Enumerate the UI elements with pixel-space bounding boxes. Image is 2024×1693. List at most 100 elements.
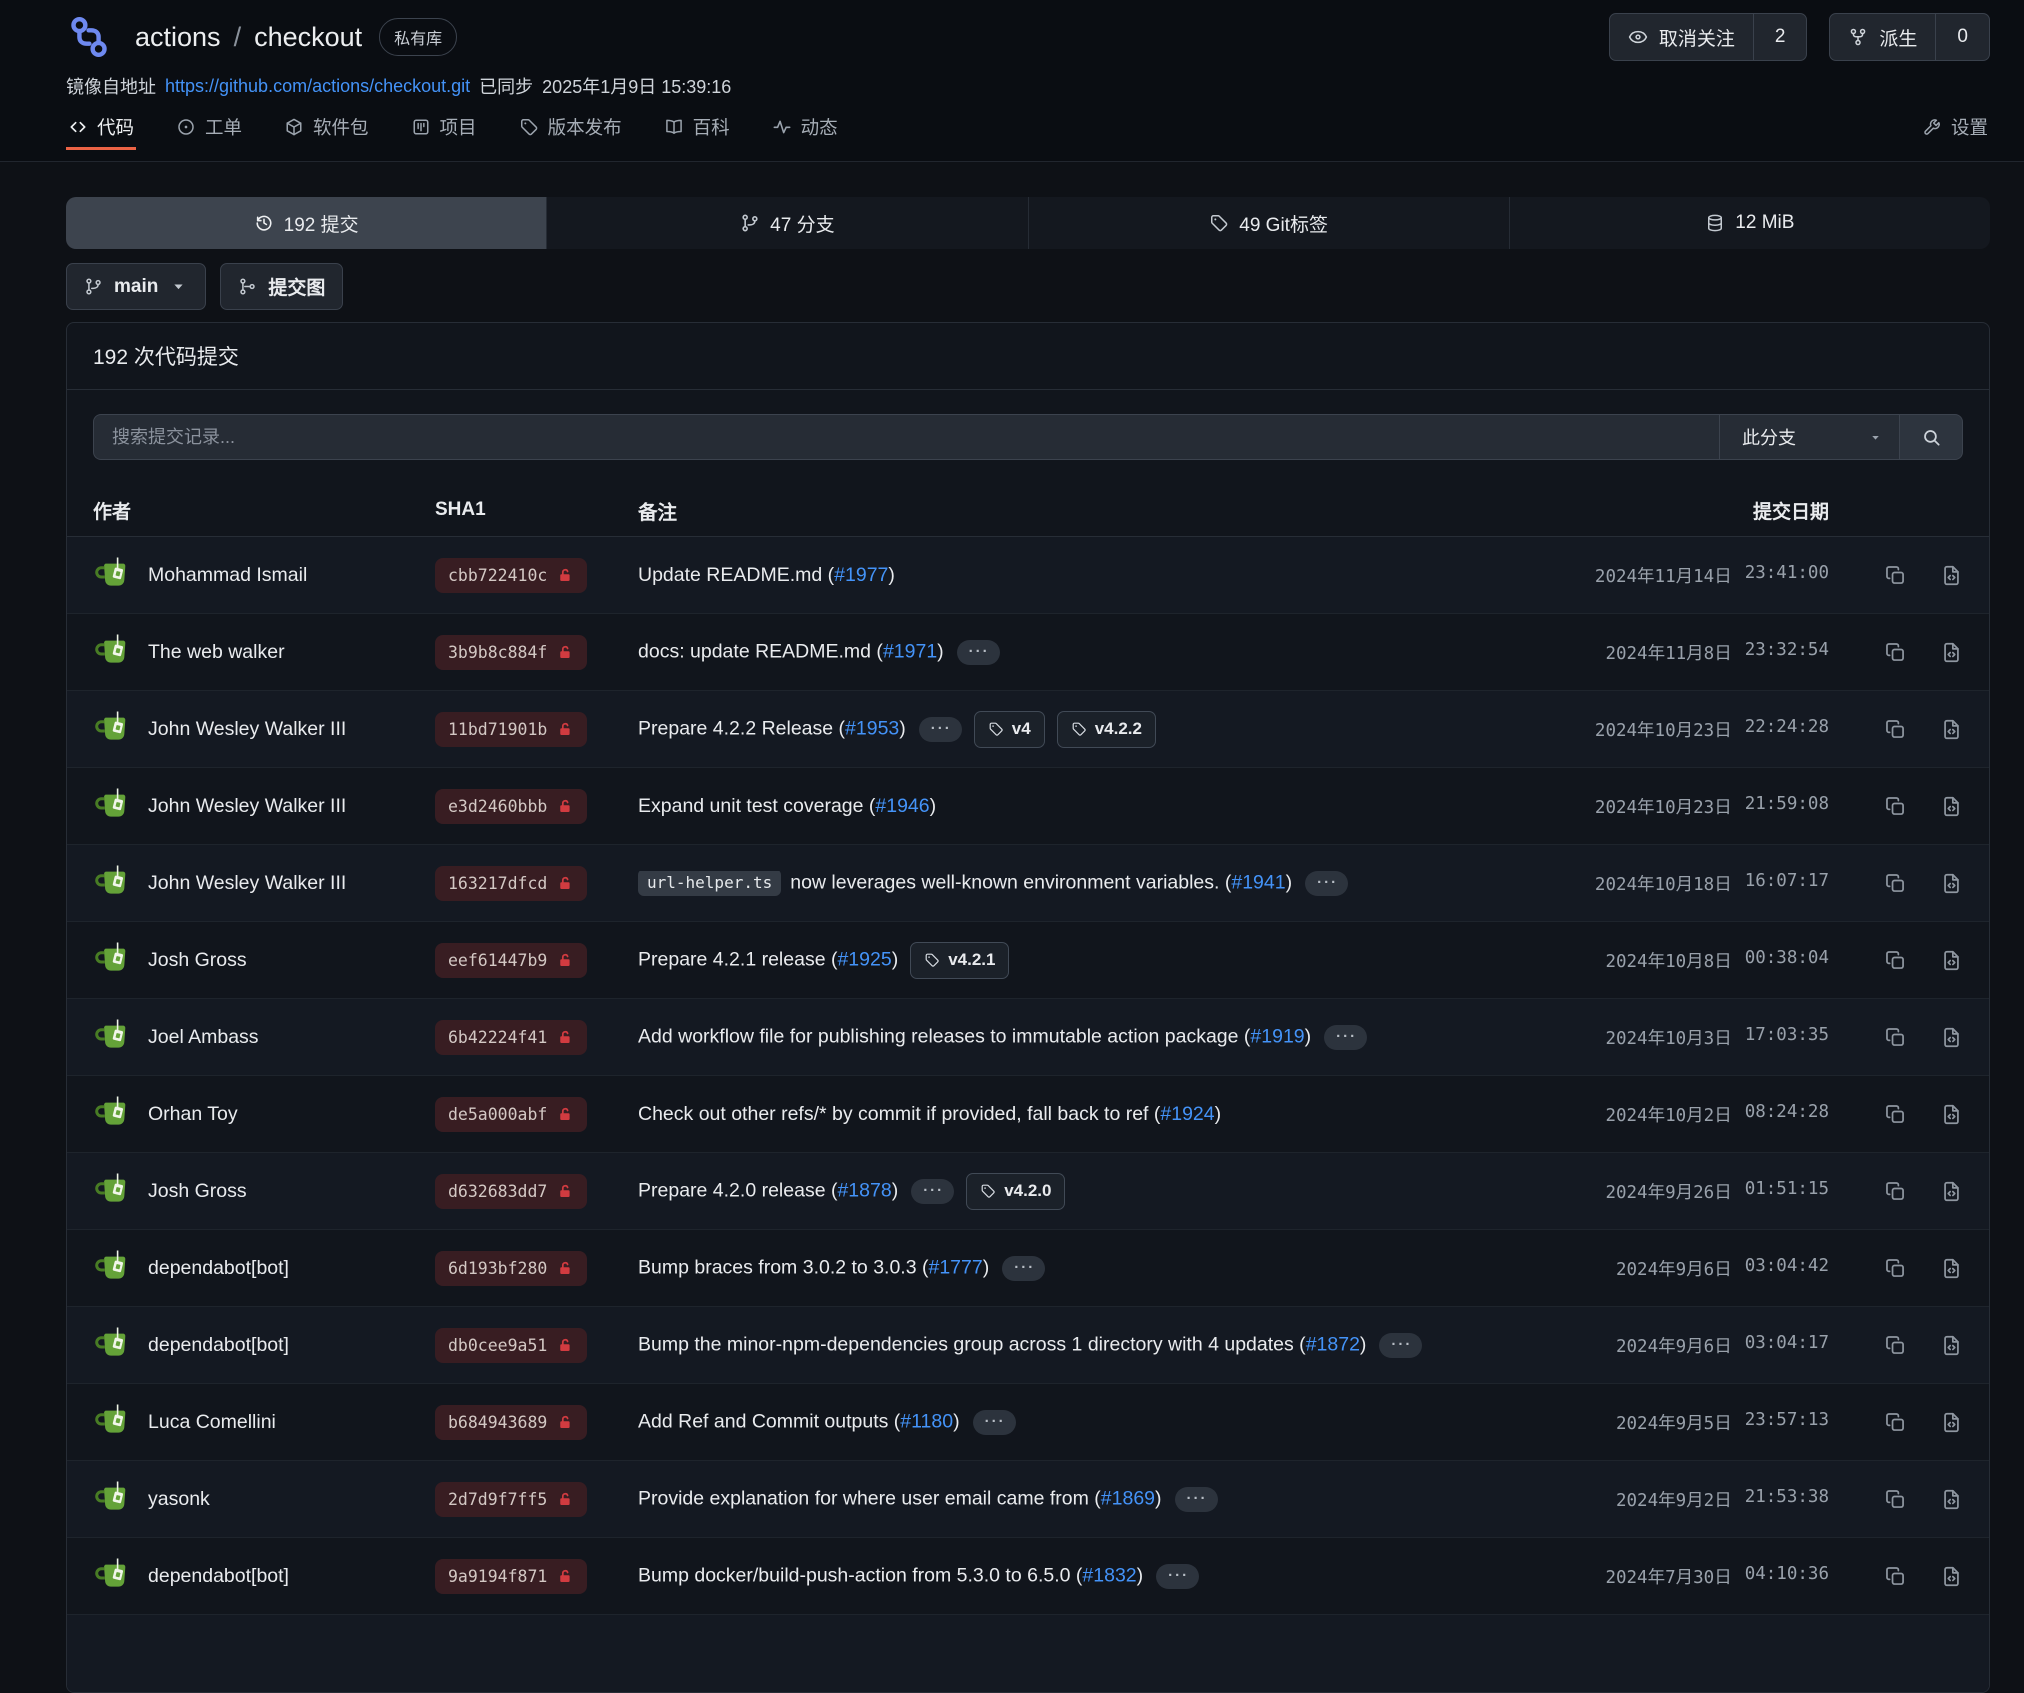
tab-版本发布[interactable]: 版本发布 xyxy=(517,107,624,150)
browse-source-button[interactable] xyxy=(1940,564,1963,587)
copy-sha-button[interactable] xyxy=(1884,564,1907,587)
pr-link[interactable]: #1971 xyxy=(883,640,937,662)
tag-v4[interactable]: v4 xyxy=(974,711,1045,748)
tab-settings[interactable]: 设置 xyxy=(1920,107,1990,150)
tag-v4.2.1[interactable]: v4.2.1 xyxy=(910,942,1009,979)
branch-filter-select[interactable]: 此分支 xyxy=(1719,414,1899,460)
commit-author[interactable]: Orhan Toy xyxy=(148,1103,238,1126)
commit-sha-badge[interactable]: 11bd71901b xyxy=(435,712,587,747)
expand-commit-button[interactable]: ··· xyxy=(1156,1564,1199,1589)
commit-sha-badge[interactable]: 163217dfcd xyxy=(435,866,587,901)
branch-selector[interactable]: main xyxy=(66,263,206,310)
stat-49 Git标签[interactable]: 49 Git标签 xyxy=(1029,197,1510,249)
browse-source-button[interactable] xyxy=(1940,795,1963,818)
watch-count[interactable]: 2 xyxy=(1753,14,1807,60)
pr-link[interactable]: #1878 xyxy=(837,1179,891,1201)
copy-sha-button[interactable] xyxy=(1884,795,1907,818)
commit-sha-badge[interactable]: b684943689 xyxy=(435,1405,587,1440)
pr-link[interactable]: #1869 xyxy=(1101,1487,1155,1509)
fork-button[interactable]: 派生 0 xyxy=(1829,13,1990,61)
copy-sha-button[interactable] xyxy=(1884,1103,1907,1126)
browse-source-button[interactable] xyxy=(1940,1103,1963,1126)
pr-link[interactable]: #1832 xyxy=(1082,1564,1136,1586)
copy-sha-button[interactable] xyxy=(1884,1488,1907,1511)
browse-source-button[interactable] xyxy=(1940,641,1963,664)
stat-192 提交[interactable]: 192 提交 xyxy=(66,197,547,249)
commit-graph-button[interactable]: 提交图 xyxy=(220,263,343,310)
expand-commit-button[interactable]: ··· xyxy=(1002,1256,1045,1281)
expand-commit-button[interactable]: ··· xyxy=(957,640,1000,665)
expand-commit-button[interactable]: ··· xyxy=(911,1179,954,1204)
tag-v4.2.0[interactable]: v4.2.0 xyxy=(966,1173,1065,1210)
commit-sha-badge[interactable]: cbb722410c xyxy=(435,558,587,593)
tab-动态[interactable]: 动态 xyxy=(770,107,840,150)
commit-author[interactable]: Josh Gross xyxy=(148,949,247,972)
commit-author[interactable]: yasonk xyxy=(148,1488,210,1511)
browse-source-button[interactable] xyxy=(1940,1257,1963,1280)
breadcrumb-repo[interactable]: checkout xyxy=(254,22,362,53)
tab-工单[interactable]: 工单 xyxy=(174,107,244,150)
copy-sha-button[interactable] xyxy=(1884,949,1907,972)
pr-link[interactable]: #1777 xyxy=(928,1256,982,1278)
pr-link[interactable]: #1925 xyxy=(837,948,891,970)
commit-author[interactable]: Mohammad Ismail xyxy=(148,564,307,587)
copy-sha-button[interactable] xyxy=(1884,1026,1907,1049)
unwatch-button[interactable]: 取消关注 2 xyxy=(1609,13,1808,61)
copy-sha-button[interactable] xyxy=(1884,718,1907,741)
copy-sha-button[interactable] xyxy=(1884,641,1907,664)
browse-source-button[interactable] xyxy=(1940,949,1963,972)
browse-source-button[interactable] xyxy=(1940,1488,1963,1511)
commit-author[interactable]: John Wesley Walker III xyxy=(148,795,346,818)
pr-link[interactable]: #1872 xyxy=(1306,1333,1360,1355)
commit-sha-badge[interactable]: eef61447b9 xyxy=(435,943,587,978)
commit-sha-badge[interactable]: e3d2460bbb xyxy=(435,789,587,824)
tab-软件包[interactable]: 软件包 xyxy=(282,107,371,150)
browse-source-button[interactable] xyxy=(1940,1411,1963,1434)
stat-12 MiB[interactable]: 12 MiB xyxy=(1510,197,1990,249)
browse-source-button[interactable] xyxy=(1940,1180,1963,1203)
copy-sha-button[interactable] xyxy=(1884,872,1907,895)
commit-author[interactable]: Joel Ambass xyxy=(148,1026,259,1049)
browse-source-button[interactable] xyxy=(1940,872,1963,895)
commit-sha-badge[interactable]: d632683dd7 xyxy=(435,1174,587,1209)
expand-commit-button[interactable]: ··· xyxy=(1379,1333,1422,1358)
fork-count[interactable]: 0 xyxy=(1935,14,1989,60)
commit-sha-badge[interactable]: 6b42224f41 xyxy=(435,1020,587,1055)
commit-sha-badge[interactable]: 9a9194f871 xyxy=(435,1559,587,1594)
tab-代码[interactable]: 代码 xyxy=(66,107,136,150)
commit-author[interactable]: dependabot[bot] xyxy=(148,1565,289,1588)
search-button[interactable] xyxy=(1899,414,1963,460)
tag-v4.2.2[interactable]: v4.2.2 xyxy=(1057,711,1156,748)
expand-commit-button[interactable]: ··· xyxy=(973,1410,1016,1435)
commit-author[interactable]: Josh Gross xyxy=(148,1180,247,1203)
expand-commit-button[interactable]: ··· xyxy=(1305,871,1348,896)
commit-author[interactable]: The web walker xyxy=(148,641,285,664)
copy-sha-button[interactable] xyxy=(1884,1411,1907,1434)
commit-sha-badge[interactable]: 6d193bf280 xyxy=(435,1251,587,1286)
commit-author[interactable]: dependabot[bot] xyxy=(148,1334,289,1357)
expand-commit-button[interactable]: ··· xyxy=(1175,1487,1218,1512)
breadcrumb-owner[interactable]: actions xyxy=(135,22,221,53)
browse-source-button[interactable] xyxy=(1940,1334,1963,1357)
copy-sha-button[interactable] xyxy=(1884,1565,1907,1588)
commit-sha-badge[interactable]: 3b9b8c884f xyxy=(435,635,587,670)
pr-link[interactable]: #1946 xyxy=(875,795,929,817)
pr-link[interactable]: #1919 xyxy=(1250,1025,1304,1047)
commit-author[interactable]: John Wesley Walker III xyxy=(148,718,346,741)
tab-百科[interactable]: 百科 xyxy=(662,107,732,150)
browse-source-button[interactable] xyxy=(1940,718,1963,741)
browse-source-button[interactable] xyxy=(1940,1565,1963,1588)
commit-sha-badge[interactable]: db0cee9a51 xyxy=(435,1328,587,1363)
pr-link[interactable]: #1941 xyxy=(1231,871,1285,893)
pr-link[interactable]: #1924 xyxy=(1160,1103,1214,1125)
commit-author[interactable]: Luca Comellini xyxy=(148,1411,276,1434)
pr-link[interactable]: #1977 xyxy=(834,564,888,586)
expand-commit-button[interactable]: ··· xyxy=(919,717,962,742)
commit-author[interactable]: dependabot[bot] xyxy=(148,1257,289,1280)
commit-sha-badge[interactable]: 2d7d9f7ff5 xyxy=(435,1482,587,1517)
expand-commit-button[interactable]: ··· xyxy=(1324,1025,1367,1050)
tab-项目[interactable]: 项目 xyxy=(409,107,479,150)
copy-sha-button[interactable] xyxy=(1884,1180,1907,1203)
commit-sha-badge[interactable]: de5a000abf xyxy=(435,1097,587,1132)
commit-author[interactable]: John Wesley Walker III xyxy=(148,872,346,895)
